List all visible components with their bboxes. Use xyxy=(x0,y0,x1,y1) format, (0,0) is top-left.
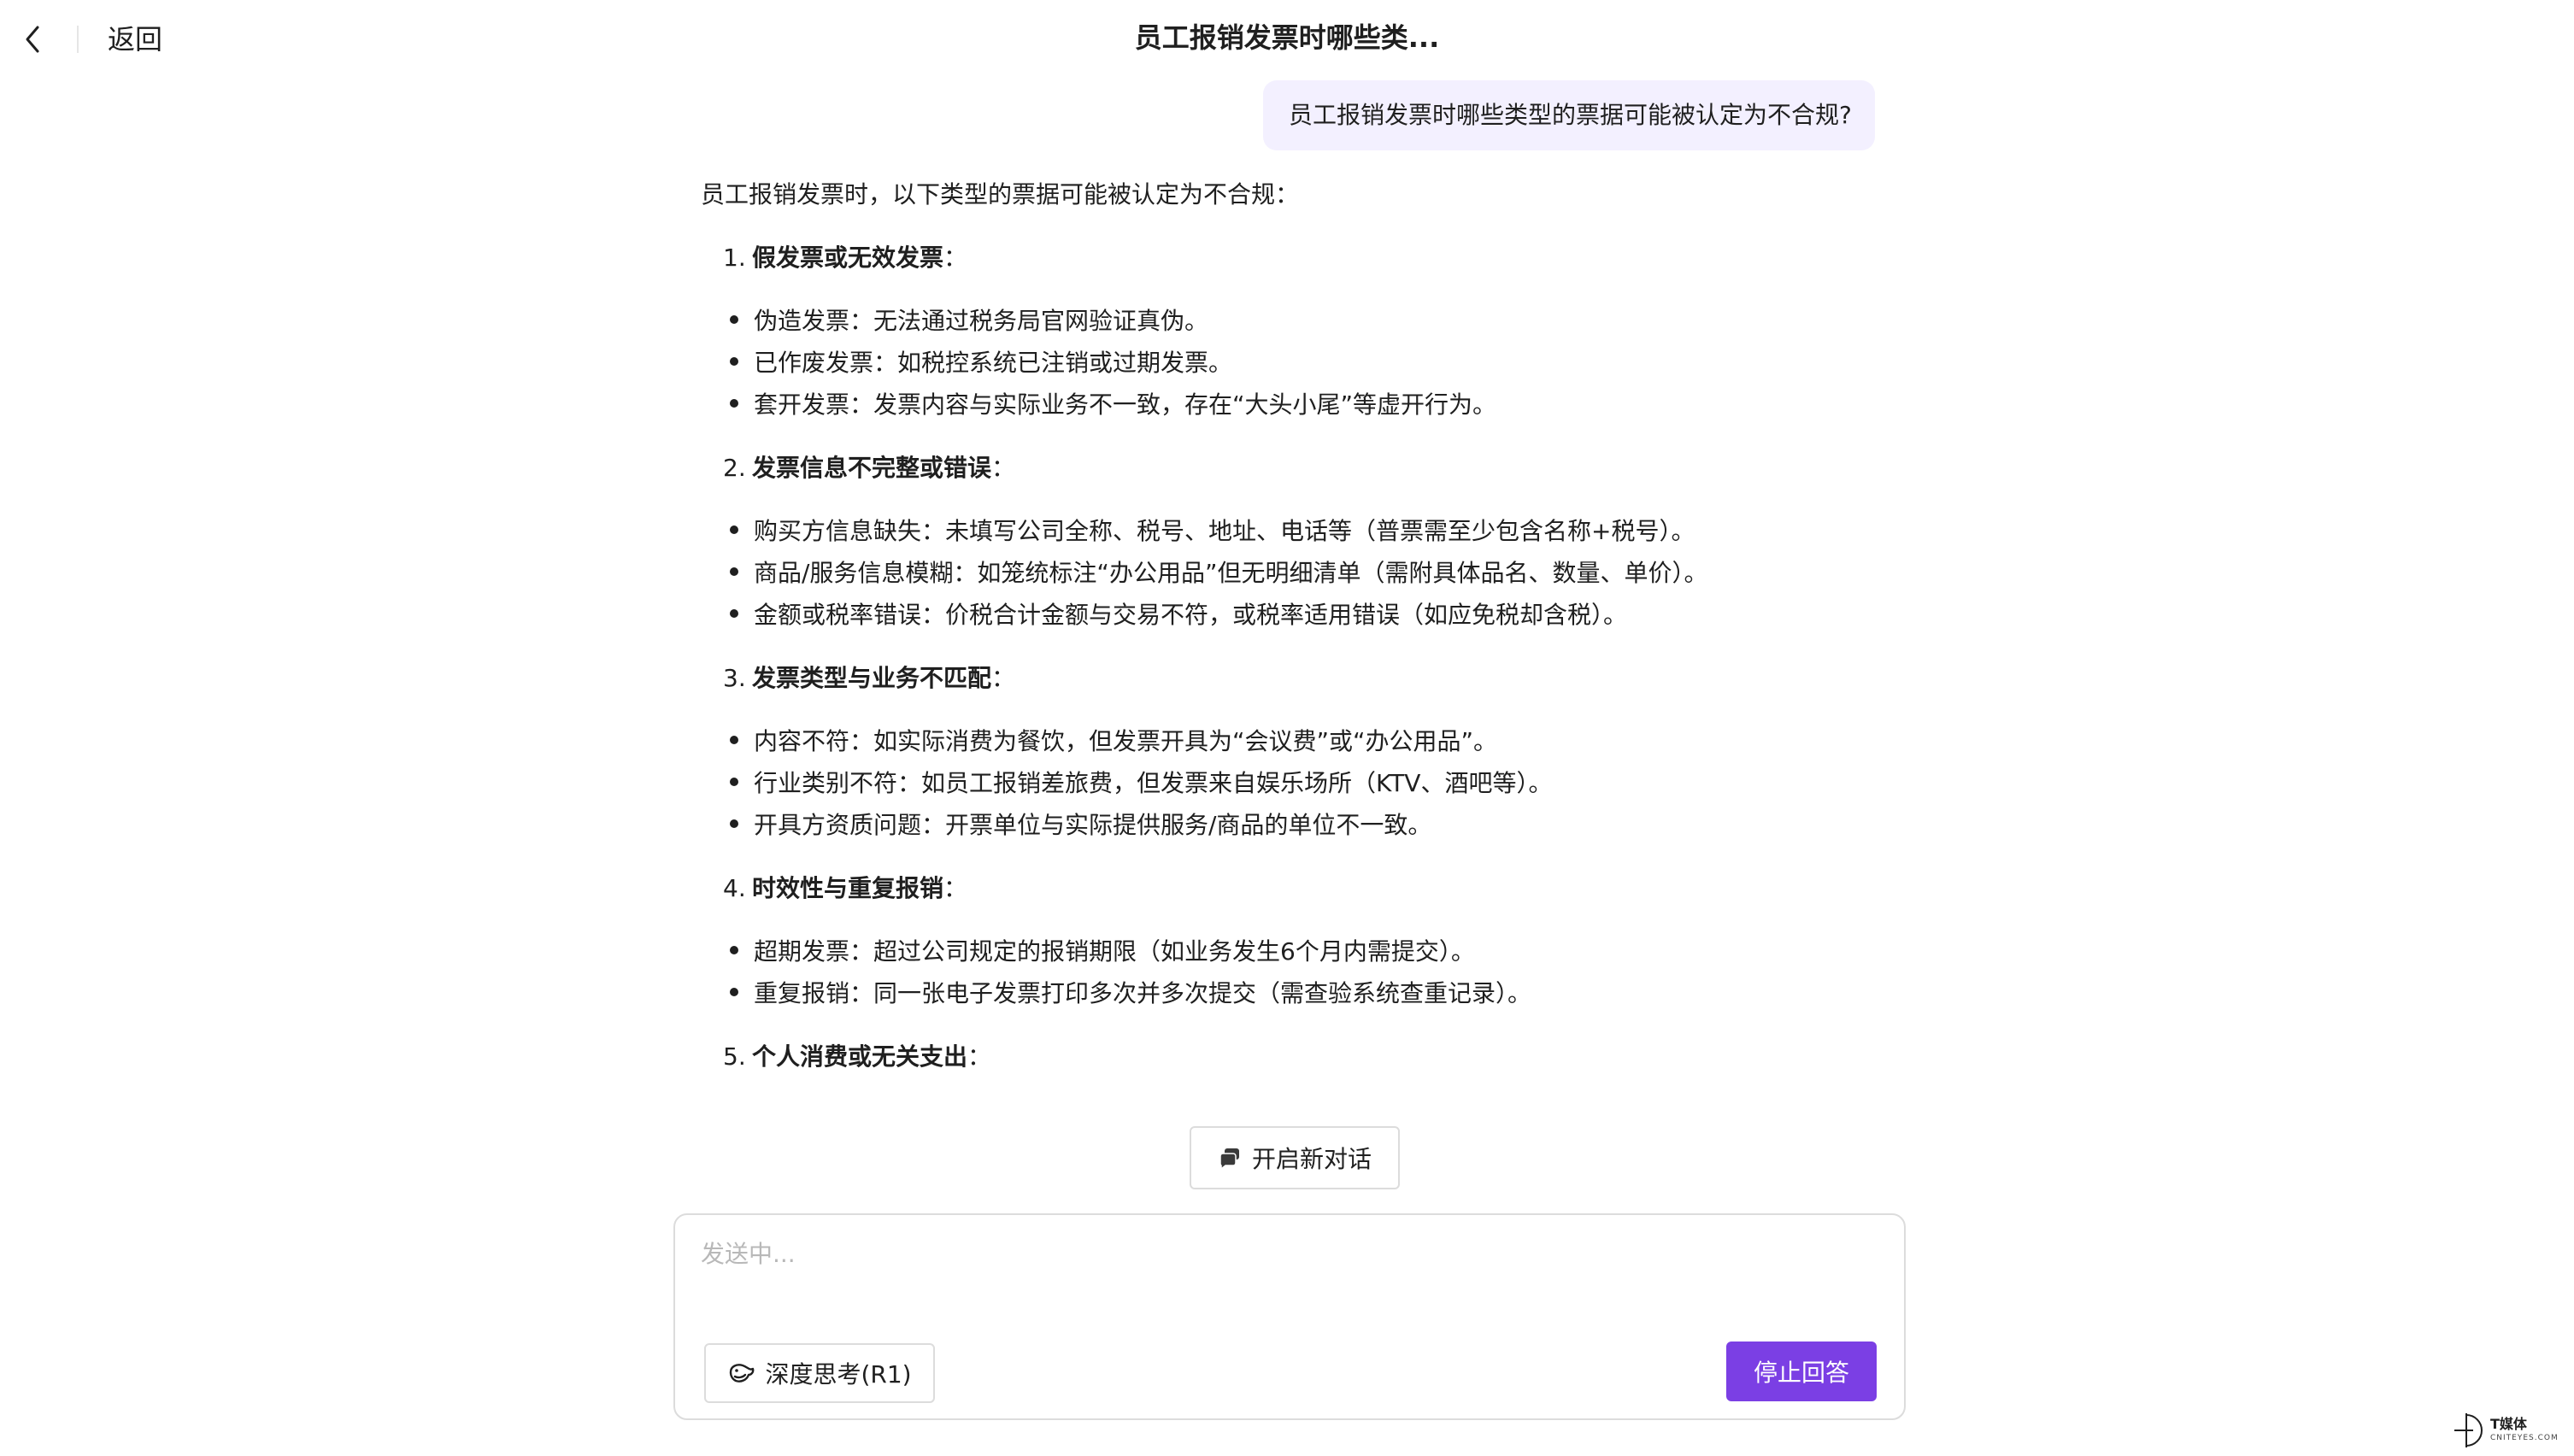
deep-think-button[interactable]: 深度思考(R1) xyxy=(704,1343,935,1403)
top-bar: 返回 员工报销发票时哪些类... xyxy=(0,0,2574,80)
message-input[interactable] xyxy=(701,1232,1880,1275)
section-suffix: ： xyxy=(991,454,1016,482)
answer-intro: 员工报销发票时，以下类型的票据可能被认定为不合规： xyxy=(701,180,1300,208)
list-item-text: 超期发票：超过公司规定的报销期限（如业务发生6个月内需提交）。 xyxy=(754,937,1475,966)
bullet-dot xyxy=(730,315,738,324)
list-item: 已作废发票：如税控系统已注销或过期发票。 xyxy=(730,346,1232,380)
bullet-dot xyxy=(730,399,738,408)
section-title: 假发票或无效发票 xyxy=(752,244,944,272)
watermark-title: T媒体 xyxy=(2490,1416,2527,1432)
section-title: 个人消费或无关支出 xyxy=(752,1042,968,1071)
section-number: 2. xyxy=(723,454,746,482)
bullet-dot xyxy=(730,819,738,828)
bullet-dot xyxy=(730,946,738,954)
section-number: 1. xyxy=(723,244,746,272)
new-chat-button[interactable]: 开启新对话 xyxy=(1190,1126,1400,1189)
list-item: 伪造发票：无法通过税务局官网验证真伪。 xyxy=(730,304,1208,338)
section-heading: 4. 时效性与重复报销： xyxy=(723,872,967,906)
section-number: 4. xyxy=(723,874,746,902)
list-item-text: 已作废发票：如税控系统已注销或过期发票。 xyxy=(754,349,1233,377)
list-item: 重复报销：同一张电子发票打印多次并多次提交（需查验系统查重记录）。 xyxy=(730,977,1531,1011)
page-title: 员工报销发票时哪些类... xyxy=(1134,21,1440,54)
whale-icon xyxy=(730,1364,755,1383)
list-item-text: 开具方资质问题：开票单位与实际提供服务/商品的单位不一致。 xyxy=(754,811,1432,839)
bullet-dot xyxy=(730,736,738,744)
watermark-logo-icon xyxy=(2454,1413,2483,1447)
list-item: 套开发票：发票内容与实际业务不一致，存在“大头小尾”等虚开行为。 xyxy=(730,388,1496,422)
section-suffix: ： xyxy=(943,874,968,902)
bullet-dot xyxy=(730,609,738,618)
list-item: 行业类别不符：如员工报销差旅费，但发票来自娱乐场所（KTV、酒吧等）。 xyxy=(730,766,1552,801)
section-number: 5. xyxy=(723,1042,746,1071)
section-heading: 2. 发票信息不完整或错误： xyxy=(723,451,1015,485)
list-item-text: 内容不符：如实际消费为餐饮，但发票开具为“会议费”或“办公用品”。 xyxy=(754,727,1498,755)
bullet-dot xyxy=(730,357,738,366)
list-item: 金额或税率错误：价税合计金额与交易不符，或税率适用错误（如应免税却含税）。 xyxy=(730,598,1627,632)
list-item-text: 购买方信息缺失：未填写公司全称、税号、地址、电话等（普票需至少包含名称+税号）。 xyxy=(754,517,1695,545)
list-item-text: 伪造发票：无法通过税务局官网验证真伪。 xyxy=(754,307,1209,335)
deep-think-label: 深度思考(R1) xyxy=(765,1360,912,1388)
chat-bubbles-icon xyxy=(1219,1148,1239,1170)
list-item: 购买方信息缺失：未填写公司全称、税号、地址、电话等（普票需至少包含名称+税号）。 xyxy=(730,514,1695,549)
section-heading: 5. 个人消费或无关支出： xyxy=(723,1040,991,1074)
section-suffix: ： xyxy=(967,1042,992,1071)
list-item: 内容不符：如实际消费为餐饮，但发票开具为“会议费”或“办公用品”。 xyxy=(730,725,1497,759)
list-item: 开具方资质问题：开票单位与实际提供服务/商品的单位不一致。 xyxy=(730,808,1431,842)
user-message-bubble: 员工报销发票时哪些类型的票据可能被认定为不合规? xyxy=(1263,80,1875,150)
section-title: 发票信息不完整或错误 xyxy=(752,454,992,482)
section-heading: 1. 假发票或无效发票： xyxy=(723,241,967,275)
list-item: 超期发票：超过公司规定的报销期限（如业务发生6个月内需提交）。 xyxy=(730,935,1475,969)
watermark: T媒体 CNITEYES.COM xyxy=(2446,1401,2574,1456)
chat-input-box: 深度思考(R1) 停止回答 xyxy=(673,1213,1906,1420)
bullet-dot xyxy=(730,988,738,996)
bullet-dot xyxy=(730,778,738,786)
section-title: 时效性与重复报销 xyxy=(752,874,944,902)
list-item: 商品/服务信息模糊：如笼统标注“办公用品”但无明细清单（需附具体品名、数量、单价… xyxy=(730,556,1707,590)
list-item-text: 金额或税率错误：价税合计金额与交易不符，或税率适用错误（如应免税却含税）。 xyxy=(754,601,1628,629)
section-title: 发票类型与业务不匹配 xyxy=(752,664,992,692)
bullet-dot xyxy=(730,567,738,576)
section-suffix: ： xyxy=(991,664,1016,692)
list-item-text: 行业类别不符：如员工报销差旅费，但发票来自娱乐场所（KTV、酒吧等）。 xyxy=(754,769,1553,797)
list-item-text: 重复报销：同一张电子发票打印多次并多次提交（需查验系统查重记录）。 xyxy=(754,979,1532,1007)
new-chat-label: 开启新对话 xyxy=(1251,1145,1372,1173)
section-number: 3. xyxy=(723,664,746,692)
list-item-text: 套开发票：发票内容与实际业务不一致，存在“大头小尾”等虚开行为。 xyxy=(754,390,1497,419)
watermark-subtitle: CNITEYES.COM xyxy=(2490,1434,2559,1442)
section-suffix: ： xyxy=(943,244,968,272)
bullet-dot xyxy=(730,525,738,534)
list-item-text: 商品/服务信息模糊：如笼统标注“办公用品”但无明细清单（需附具体品名、数量、单价… xyxy=(754,559,1708,587)
section-heading: 3. 发票类型与业务不匹配： xyxy=(723,661,1015,696)
stop-answer-button[interactable]: 停止回答 xyxy=(1726,1342,1877,1401)
